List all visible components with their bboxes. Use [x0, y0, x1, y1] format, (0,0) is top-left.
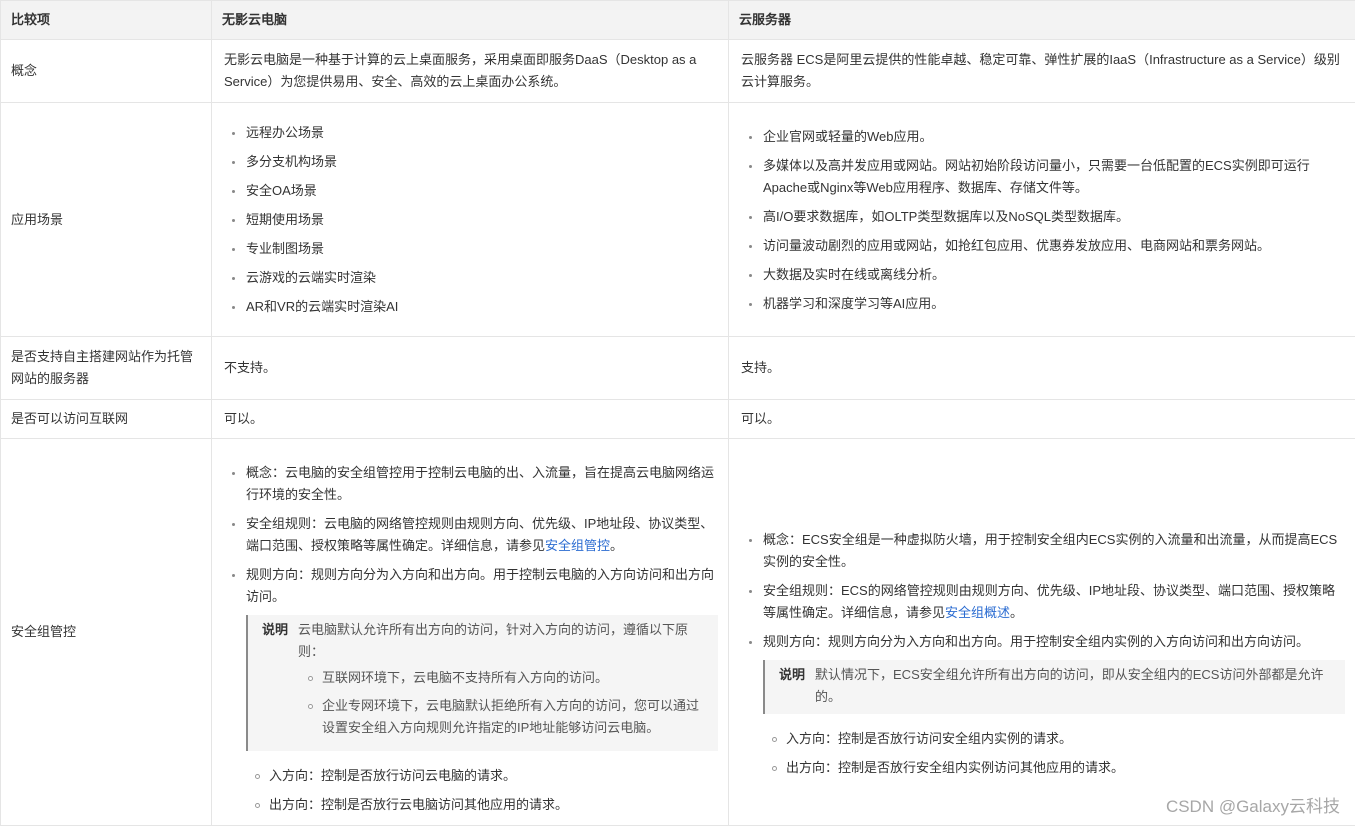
cell-ecs-security: 概念：ECS安全组是一种虚拟防火墙，用于控制安全组内ECS实例的入流量和出流量，…: [729, 439, 1355, 826]
cell-wuying-security: 概念：云电脑的安全组管控用于控制云电脑的出、入流量，旨在提高云电脑网络运行环境的…: [212, 439, 729, 826]
rules-text: 安全组规则：云电脑的网络管控规则由规则方向、优先级、IP地址段、协议类型、端口范…: [246, 516, 713, 553]
list-item: AR和VR的云端实时渲染AI: [246, 296, 716, 318]
comparison-table: 比较项 无影云电脑 云服务器 概念 无影云电脑是一种基于计算的云上桌面服务，采用…: [0, 0, 1355, 826]
cell-ecs-scenarios: 企业官网或轻量的Web应用。 多媒体以及高并发应用或网站。网站初始阶段访问量小，…: [729, 103, 1355, 337]
row-label: 应用场景: [1, 103, 212, 337]
security-group-control-link[interactable]: 安全组管控: [545, 538, 610, 553]
note-label: 说明: [262, 619, 288, 641]
rules-suffix: 。: [610, 538, 623, 553]
rules-text: 安全组规则：ECS的网络管控规则由规则方向、优先级、IP地址段、协议类型、端口范…: [763, 583, 1335, 620]
list-item: 安全OA场景: [246, 180, 716, 202]
security-list: 概念：ECS安全组是一种虚拟防火墙，用于控制安全组内ECS实例的入流量和出流量，…: [741, 529, 1345, 653]
list-item: 出方向：控制是否放行安全组内实例访问其他应用的请求。: [786, 757, 1345, 779]
list-item: 互联网环境下，云电脑不支持所有入方向的访问。: [322, 667, 710, 689]
list-item: 出方向：控制是否放行云电脑访问其他应用的请求。: [269, 794, 718, 816]
row-scenarios: 应用场景 远程办公场景 多分支机构场景 安全OA场景 短期使用场景 专业制图场景…: [1, 103, 1355, 337]
scenario-list: 远程办公场景 多分支机构场景 安全OA场景 短期使用场景 专业制图场景 云游戏的…: [224, 122, 716, 318]
row-label: 是否支持自主搭建网站作为托管网站的服务器: [1, 337, 212, 400]
row-concept: 概念 无影云电脑是一种基于计算的云上桌面服务，采用桌面即服务DaaS（Deskt…: [1, 40, 1355, 103]
list-item: 多分支机构场景: [246, 151, 716, 173]
list-item: 机器学习和深度学习等AI应用。: [763, 293, 1343, 315]
direction-list: 入方向：控制是否放行访问云电脑的请求。 出方向：控制是否放行云电脑访问其他应用的…: [224, 765, 718, 816]
note-list: 互联网环境下，云电脑不支持所有入方向的访问。 企业专网环境下，云电脑默认拒绝所有…: [298, 667, 710, 739]
list-item: 概念：云电脑的安全组管控用于控制云电脑的出、入流量，旨在提高云电脑网络运行环境的…: [246, 462, 718, 506]
list-item: 专业制图场景: [246, 238, 716, 260]
direction-list: 入方向：控制是否放行访问安全组内实例的请求。 出方向：控制是否放行安全组内实例访…: [741, 728, 1345, 779]
note-body: 默认情况下，ECS安全组允许所有出方向的访问，即从安全组内的ECS访问外部都是允…: [815, 664, 1337, 708]
list-item: 安全组规则：云电脑的网络管控规则由规则方向、优先级、IP地址段、协议类型、端口范…: [246, 513, 718, 557]
note-body: 云电脑默认允许所有出方向的访问，针对入方向的访问，遵循以下原则： 互联网环境下，…: [298, 619, 710, 745]
list-item: 入方向：控制是否放行访问云电脑的请求。: [269, 765, 718, 787]
csdn-watermark: CSDN @Galaxy云科技: [1166, 792, 1340, 817]
row-label: 概念: [1, 40, 212, 103]
list-item: 远程办公场景: [246, 122, 716, 144]
header-wuying: 无影云电脑: [212, 1, 729, 40]
cell-wuying-internet: 可以。: [212, 400, 729, 439]
cell-wuying-hosting: 不支持。: [212, 337, 729, 400]
list-item: 短期使用场景: [246, 209, 716, 231]
cell-ecs-concept: 云服务器 ECS是阿里云提供的性能卓越、稳定可靠、弹性扩展的IaaS（Infra…: [729, 40, 1355, 103]
list-item: 访问量波动剧烈的应用或网站，如抢红包应用、优惠券发放应用、电商网站和票务网站。: [763, 235, 1343, 257]
cell-ecs-hosting: 支持。: [729, 337, 1355, 400]
list-item: 企业专网环境下，云电脑默认拒绝所有入方向的访问，您可以通过设置安全组入方向规则允…: [322, 695, 710, 739]
cell-wuying-concept: 无影云电脑是一种基于计算的云上桌面服务，采用桌面即服务DaaS（Desktop …: [212, 40, 729, 103]
header-ecs: 云服务器: [729, 1, 1355, 40]
security-list: 概念：云电脑的安全组管控用于控制云电脑的出、入流量，旨在提高云电脑网络运行环境的…: [224, 462, 718, 608]
row-label: 安全组管控: [1, 439, 212, 826]
row-hosting: 是否支持自主搭建网站作为托管网站的服务器 不支持。 支持。: [1, 337, 1355, 400]
cell-ecs-internet: 可以。: [729, 400, 1355, 439]
row-label: 是否可以访问互联网: [1, 400, 212, 439]
note-text: 云电脑默认允许所有出方向的访问，针对入方向的访问，遵循以下原则：: [298, 622, 688, 659]
row-internet: 是否可以访问互联网 可以。 可以。: [1, 400, 1355, 439]
list-item: 大数据及实时在线或离线分析。: [763, 264, 1343, 286]
note-box: 说明 默认情况下，ECS安全组允许所有出方向的访问，即从安全组内的ECS访问外部…: [763, 660, 1345, 714]
list-item: 概念：ECS安全组是一种虚拟防火墙，用于控制安全组内ECS实例的入流量和出流量，…: [763, 529, 1345, 573]
cell-wuying-scenarios: 远程办公场景 多分支机构场景 安全OA场景 短期使用场景 专业制图场景 云游戏的…: [212, 103, 729, 337]
list-item: 规则方向：规则方向分为入方向和出方向。用于控制云电脑的入方向访问和出方向访问。: [246, 564, 718, 608]
list-item: 云游戏的云端实时渲染: [246, 267, 716, 289]
list-item: 企业官网或轻量的Web应用。: [763, 126, 1343, 148]
header-compare-item: 比较项: [1, 1, 212, 40]
note-text: 默认情况下，ECS安全组允许所有出方向的访问，即从安全组内的ECS访问外部都是允…: [815, 667, 1323, 704]
note-box: 说明 云电脑默认允许所有出方向的访问，针对入方向的访问，遵循以下原则： 互联网环…: [246, 615, 718, 751]
list-item: 入方向：控制是否放行访问安全组内实例的请求。: [786, 728, 1345, 750]
scenario-list: 企业官网或轻量的Web应用。 多媒体以及高并发应用或网站。网站初始阶段访问量小，…: [741, 126, 1343, 315]
note-label: 说明: [779, 664, 805, 686]
list-item: 多媒体以及高并发应用或网站。网站初始阶段访问量小，只需要一台低配置的ECS实例即…: [763, 155, 1343, 199]
security-group-overview-link[interactable]: 安全组概述: [945, 605, 1010, 620]
row-security: 安全组管控 概念：云电脑的安全组管控用于控制云电脑的出、入流量，旨在提高云电脑网…: [1, 439, 1355, 826]
rules-suffix: 。: [1010, 605, 1023, 620]
header-row: 比较项 无影云电脑 云服务器: [1, 1, 1355, 40]
list-item: 高I/O要求数据库，如OLTP类型数据库以及NoSQL类型数据库。: [763, 206, 1343, 228]
list-item: 规则方向：规则方向分为入方向和出方向。用于控制安全组内实例的入方向访问和出方向访…: [763, 631, 1345, 653]
list-item: 安全组规则：ECS的网络管控规则由规则方向、优先级、IP地址段、协议类型、端口范…: [763, 580, 1345, 624]
